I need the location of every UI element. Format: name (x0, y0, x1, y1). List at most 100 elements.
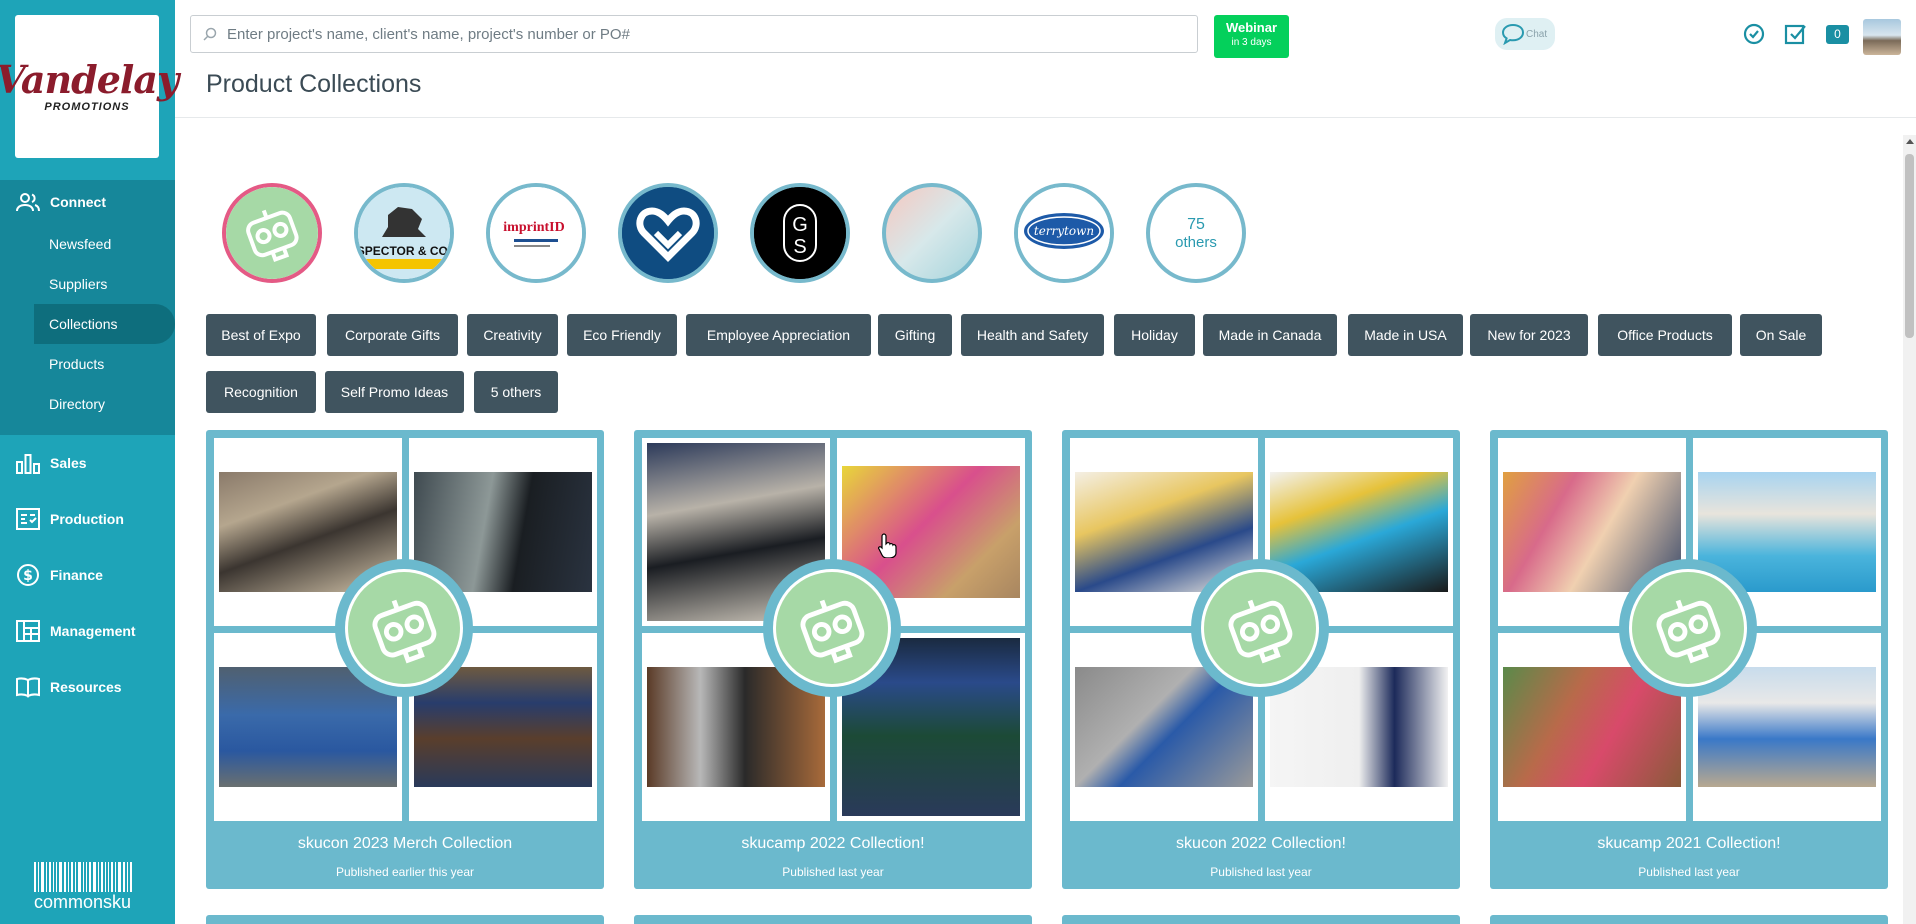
supplier-badge (1619, 559, 1757, 697)
tasks-icon[interactable] (1784, 22, 1808, 46)
search-input[interactable] (227, 25, 1127, 43)
tag-corporate-gifts[interactable]: Corporate Gifts (327, 314, 458, 356)
robot-mascot-icon (226, 187, 318, 279)
robot-mascot-icon (348, 572, 460, 684)
tag-employee-appreciation[interactable]: Employee Appreciation (686, 314, 871, 356)
terrytown-text: terrytown (1034, 224, 1094, 238)
tag-holiday[interactable]: Holiday (1114, 314, 1195, 356)
collection-card-partial[interactable] (206, 915, 604, 924)
others-label: others (1175, 233, 1217, 251)
imprintid-logo-icon: imprintID (490, 187, 582, 279)
sidebar-item-newsfeed[interactable]: Newsfeed (0, 224, 175, 264)
supplier-logo-spector[interactable]: SPECTOR & CO. (354, 183, 454, 283)
nav-sales-label: Sales (50, 455, 87, 471)
gs-logo-icon: G S (754, 187, 846, 279)
connect-section: Connect Newsfeed Suppliers Collections P… (0, 180, 175, 435)
robot-mascot-icon (1632, 572, 1744, 684)
dollar-icon: $ (17, 564, 39, 586)
app-root: Vandelay PROMOTIONS Connect Newsfeed Sup… (0, 0, 1916, 924)
supplier-badge (1191, 559, 1329, 697)
book-icon (16, 677, 40, 698)
supplier-logo-heart[interactable] (618, 183, 718, 283)
tag-made-in-usa[interactable]: Made in USA (1348, 314, 1463, 356)
tag-best-of-expo[interactable]: Best of Expo (206, 314, 316, 356)
chat-button[interactable]: Chat (1495, 18, 1555, 50)
supplier-logo-gradient[interactable] (882, 183, 982, 283)
collection-title[interactable]: skucamp 2022 Collection! (634, 835, 1032, 853)
supplier-logo-robot[interactable] (222, 183, 322, 283)
collection-card[interactable]: skucon 2023 Merch Collection Published e… (206, 430, 604, 889)
people-icon (16, 193, 40, 212)
tag-recognition[interactable]: Recognition (206, 371, 316, 413)
tag-eco-friendly[interactable]: Eco Friendly (567, 314, 677, 356)
sidebar-item-suppliers[interactable]: Suppliers (0, 264, 175, 304)
tag-made-in-canada[interactable]: Made in Canada (1203, 314, 1337, 356)
suppliers-others-button[interactable]: 75 others (1146, 183, 1246, 283)
nav-connect[interactable]: Connect (0, 180, 175, 224)
bar-chart-icon (16, 454, 40, 474)
tag-gifting[interactable]: Gifting (878, 314, 952, 356)
supplier-logo-imprintid[interactable]: imprintID (486, 183, 586, 283)
spector-logo-icon: SPECTOR & CO. (358, 187, 450, 279)
supplier-logo-terrytown[interactable]: terrytown (1014, 183, 1114, 283)
collection-published: Published earlier this year (335, 865, 475, 879)
search-bar[interactable] (190, 15, 1198, 53)
nav-resources-label: Resources (50, 679, 122, 695)
nav-sales[interactable]: Sales (0, 441, 175, 485)
supplier-logo-gs[interactable]: G S (750, 183, 850, 283)
collection-title[interactable]: skucon 2023 Merch Collection (206, 835, 604, 853)
scroll-thumb[interactable] (1905, 154, 1914, 338)
logo-sub-text: PROMOTIONS (44, 100, 130, 113)
tag-new-for-2023[interactable]: New for 2023 (1470, 314, 1588, 356)
header: Webinar in 3 days Product Collections (175, 0, 1916, 118)
tag-office-products[interactable]: Office Products (1598, 314, 1732, 356)
svg-text:S: S (793, 236, 806, 258)
chat-label: Chat (1526, 28, 1548, 40)
tag-creativity[interactable]: Creativity (467, 314, 558, 356)
webinar-title: Webinar (1225, 20, 1278, 35)
webinar-subtitle: in 3 days (1231, 37, 1272, 48)
barcode-graphic (34, 862, 138, 892)
scroll-up-arrow-icon[interactable] (1906, 139, 1914, 144)
svg-text:$: $ (23, 568, 33, 584)
supplier-badge (335, 559, 473, 697)
company-logo[interactable]: Vandelay PROMOTIONS (0, 15, 179, 158)
svg-text:G: G (792, 214, 808, 236)
scrollbar[interactable] (1903, 135, 1916, 924)
nav-management[interactable]: Management (0, 609, 175, 653)
collection-title[interactable]: skucamp 2021 Collection! (1490, 835, 1888, 853)
collection-published: Published last year (1638, 865, 1740, 879)
supplier-badge (763, 559, 901, 697)
collection-card[interactable]: skucamp 2021 Collection! Published last … (1490, 430, 1888, 889)
tag-on-sale[interactable]: On Sale (1740, 314, 1822, 356)
nav-production[interactable]: Production (0, 497, 175, 541)
nav-resources[interactable]: Resources (0, 665, 175, 709)
collection-card-partial[interactable] (1062, 915, 1460, 924)
robot-mascot-icon (776, 572, 888, 684)
robot-mascot-icon (1204, 572, 1316, 684)
nav-management-label: Management (50, 623, 136, 639)
collection-title[interactable]: skucon 2022 Collection! (1062, 835, 1460, 853)
webinar-button[interactable]: Webinar in 3 days (1214, 15, 1289, 58)
sidebar-item-collections[interactable]: Collections (34, 304, 175, 344)
tag-self-promo-ideas[interactable]: Self Promo Ideas (325, 371, 464, 413)
collection-card-partial[interactable] (1490, 915, 1888, 924)
user-avatar[interactable] (1863, 19, 1901, 55)
commonsku-logo: commonsku (34, 862, 138, 912)
tag-health-and-safety[interactable]: Health and Safety (961, 314, 1104, 356)
collection-published: Published last year (782, 865, 884, 879)
collection-card-partial[interactable] (634, 915, 1032, 924)
logo-main-text: Vandelay (0, 56, 179, 102)
page-title: Product Collections (206, 70, 422, 98)
notification-badge[interactable]: 0 (1826, 25, 1849, 44)
imprintid-text: imprintID (503, 220, 564, 235)
tag-5-others[interactable]: 5 others (474, 371, 558, 413)
sidebar-item-directory[interactable]: Directory (0, 384, 175, 424)
nav-finance[interactable]: $ Finance (0, 553, 175, 597)
sidebar-item-products[interactable]: Products (0, 344, 175, 384)
collection-card[interactable]: skucon 2022 Collection! Published last y… (1062, 430, 1460, 889)
clock-check-icon[interactable] (1742, 22, 1766, 46)
collection-card[interactable]: skucamp 2022 Collection! Published last … (634, 430, 1032, 889)
sidebar: Vandelay PROMOTIONS Connect Newsfeed Sup… (0, 0, 179, 924)
chat-bubble-icon (1501, 23, 1525, 45)
